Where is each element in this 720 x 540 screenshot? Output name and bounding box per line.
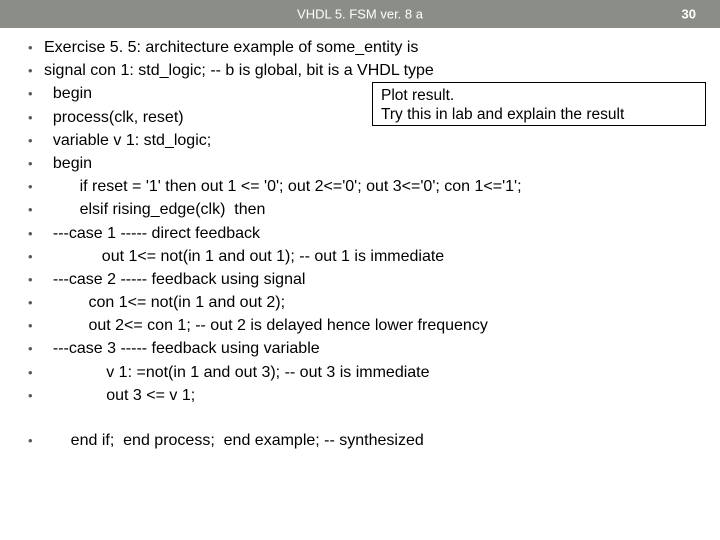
bullet-icon: • — [28, 248, 44, 267]
code-line: • variable v 1: std_logic; — [0, 129, 720, 152]
bullet-icon: • — [28, 271, 44, 290]
code-line: • v 1: =not(in 1 and out 3); -- out 3 is… — [0, 361, 720, 384]
code-line: • ---case 1 ----- direct feedback — [0, 222, 720, 245]
bullet-icon: • — [28, 340, 44, 359]
code-line: • elsif rising_edge(clk) then — [0, 198, 720, 221]
bullet-icon: • — [28, 317, 44, 336]
bullet-icon: • — [28, 132, 44, 151]
bullet-icon: • — [28, 62, 44, 81]
bullet-icon: • — [28, 364, 44, 383]
bullet-icon: • — [28, 294, 44, 313]
code-line: • out 3 <= v 1; — [0, 384, 720, 407]
bullet-icon: • — [28, 225, 44, 244]
code-line: • if reset = '1' then out 1 <= '0'; out … — [0, 175, 720, 198]
header-title: VHDL 5. FSM ver. 8 a — [297, 7, 423, 22]
code-line: • end if; end process; end example; -- s… — [0, 429, 720, 452]
code-line: •signal con 1: std_logic; -- b is global… — [0, 59, 720, 82]
bullet-icon: • — [28, 85, 44, 104]
code-line: •Exercise 5. 5: architecture example of … — [0, 36, 720, 59]
code-line: • begin — [0, 152, 720, 175]
bullet-icon: • — [28, 155, 44, 174]
code-line: • out 2<= con 1; -- out 2 is delayed hen… — [0, 314, 720, 337]
callout-line: Plot result. — [381, 86, 697, 105]
bullet-icon: • — [28, 39, 44, 58]
callout-line: Try this in lab and explain the result — [381, 105, 697, 124]
code-line: • ---case 2 ----- feedback using signal — [0, 268, 720, 291]
bullet-icon: • — [28, 432, 44, 451]
slide-header: VHDL 5. FSM ver. 8 a 30 — [0, 0, 720, 28]
bullet-icon: • — [28, 178, 44, 197]
bullet-icon: • — [28, 387, 44, 406]
code-line: • out 1<= not(in 1 and out 1); -- out 1 … — [0, 245, 720, 268]
code-line: • con 1<= not(in 1 and out 2); — [0, 291, 720, 314]
page-number: 30 — [682, 7, 696, 22]
bullet-icon: • — [28, 201, 44, 220]
code-line: • ---case 3 ----- feedback using variabl… — [0, 337, 720, 360]
callout-box: Plot result. Try this in lab and explain… — [372, 82, 706, 126]
bullet-icon: • — [28, 109, 44, 128]
